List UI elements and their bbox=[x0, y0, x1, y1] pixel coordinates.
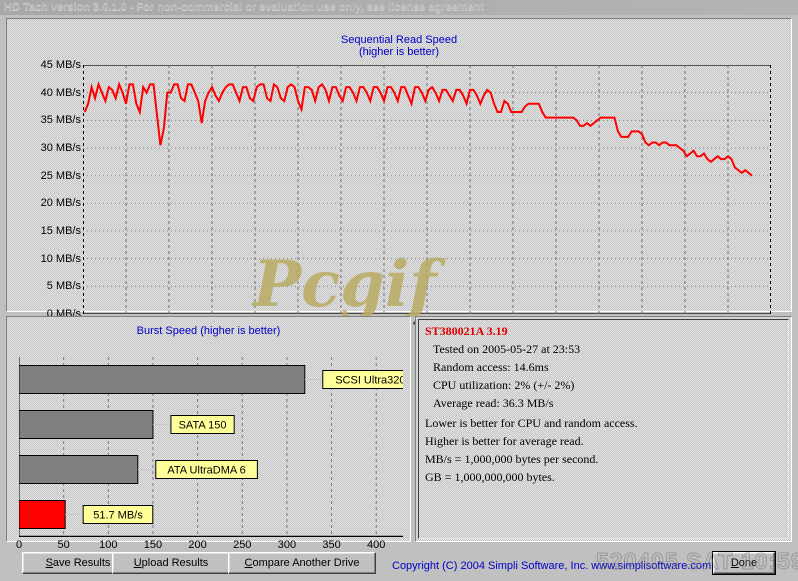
done-button[interactable]: Done bbox=[712, 551, 776, 575]
sequential-y-axis-labels: 45 MB/s 40 MB/s 35 MB/s 30 MB/s 25 MB/s 20 MB… bbox=[15, 60, 81, 320]
sequential-y-tick: 35 MB/s bbox=[40, 114, 81, 127]
sequential-y-tick: 5 MB/s bbox=[46, 280, 81, 293]
drive-info-line: Random access: 14.6ms bbox=[433, 360, 549, 374]
drive-info-note: Lower is better for CPU and random acces… bbox=[425, 416, 638, 430]
drive-info-inner: ST380021A 3.19 Tested on 2005-05-27 at 2… bbox=[418, 319, 789, 539]
burst-bar bbox=[19, 410, 154, 439]
sequential-y-tick: 20 MB/s bbox=[40, 197, 81, 210]
sequential-y-tick: 25 MB/s bbox=[40, 169, 81, 182]
compare-another-drive-button[interactable]: Compare Another Drive bbox=[228, 552, 376, 574]
burst-bar bbox=[19, 365, 306, 394]
burst-speed-title-line2: (higher is better) bbox=[200, 325, 281, 337]
drive-info-note: MB/s = 1,000,000 bytes per second. bbox=[425, 452, 599, 466]
drive-info-panel: ST380021A 3.19 Tested on 2005-05-27 at 2… bbox=[415, 316, 792, 542]
burst-x-tick: 300 bbox=[277, 539, 297, 551]
burst-bar bbox=[19, 455, 139, 484]
sequential-y-tick: 45 MB/s bbox=[40, 59, 81, 71]
burst-speed-panel: Burst Speed (higher is better) SCSI Ultr… bbox=[6, 316, 411, 551]
burst-x-tick: 100 bbox=[99, 539, 118, 551]
burst-x-tick: 250 bbox=[233, 539, 252, 551]
save-accelerator: S bbox=[45, 557, 53, 569]
hdtach-window: HD Tach version 3.0.1.0 - For non-commer… bbox=[0, 0, 798, 581]
sequential-read-title-line2: (higher is better) bbox=[358, 46, 440, 58]
burst-x-tick: 0 bbox=[15, 539, 23, 551]
window-title: HD Tach version 3.0.1.0 - For non-commer… bbox=[4, 1, 485, 13]
burst-callout-label: SATA 150 bbox=[179, 420, 227, 432]
drive-info-note: Higher is better for average read. bbox=[425, 434, 584, 448]
done-accelerator: D bbox=[730, 557, 739, 569]
burst-speed-title-line1: Burst Speed bbox=[136, 325, 198, 337]
burst-x-tick: 400 bbox=[367, 539, 386, 551]
read-speed-curve bbox=[83, 81, 753, 177]
burst-x-tick: 150 bbox=[143, 539, 163, 551]
drive-info-note: GB = 1,000,000,000 bytes. bbox=[425, 470, 555, 484]
compare-accelerator: C bbox=[244, 557, 253, 569]
drive-info-line: CPU utilization: 2% (+/- 2%) bbox=[433, 378, 575, 392]
burst-plot-area: SCSI Ultra320 SATA 150 ATA UltraDMA 6 51.7 … bbox=[19, 357, 403, 537]
sequential-y-tick: 15 MB/s bbox=[40, 225, 81, 237]
copyright-text: Copyright (C) 2004 Simpli Software, Inc.… bbox=[392, 560, 712, 572]
sequential-y-tick: 40 MB/s bbox=[40, 86, 81, 99]
burst-x-tick: 200 bbox=[188, 539, 207, 551]
sequential-read-chart bbox=[83, 65, 771, 314]
burst-callout-label: 51.7 MB/s bbox=[93, 510, 143, 522]
sequential-plot-area bbox=[83, 65, 771, 314]
drive-model-label: ST380021A 3.19 bbox=[425, 324, 508, 338]
burst-speed-title: Burst Speed (higher is better) bbox=[7, 325, 410, 337]
upload-results-button[interactable]: Upload Results bbox=[112, 552, 230, 574]
burst-callout-label: ATA UltraDMA 6 bbox=[167, 465, 245, 477]
drive-info-line: Tested on 2005-05-27 at 23:53 bbox=[433, 342, 581, 356]
drive-info-line: Average read: 36.3 MB/s bbox=[433, 396, 554, 410]
burst-speed-chart: SCSI Ultra320 SATA 150 ATA UltraDMA 6 51.7 … bbox=[19, 357, 403, 537]
burst-bar bbox=[19, 500, 66, 529]
sequential-read-title: Sequential Read Speed (higher is better) bbox=[7, 34, 791, 58]
sequential-read-panel: Sequential Read Speed (higher is better)… bbox=[6, 18, 792, 329]
sequential-y-tick: 10 MB/s bbox=[40, 252, 81, 265]
burst-callout-label: SCSI Ultra320 bbox=[335, 375, 403, 387]
burst-x-tick: 50 bbox=[57, 539, 70, 551]
burst-x-tick: 350 bbox=[322, 539, 341, 551]
title-bar: HD Tach version 3.0.1.0 - For non-commer… bbox=[0, 0, 798, 15]
upload-accelerator: U bbox=[133, 557, 142, 569]
sequential-read-title-line1: Sequential Read Speed bbox=[340, 34, 458, 46]
sequential-y-tick: 30 MB/s bbox=[40, 142, 81, 154]
